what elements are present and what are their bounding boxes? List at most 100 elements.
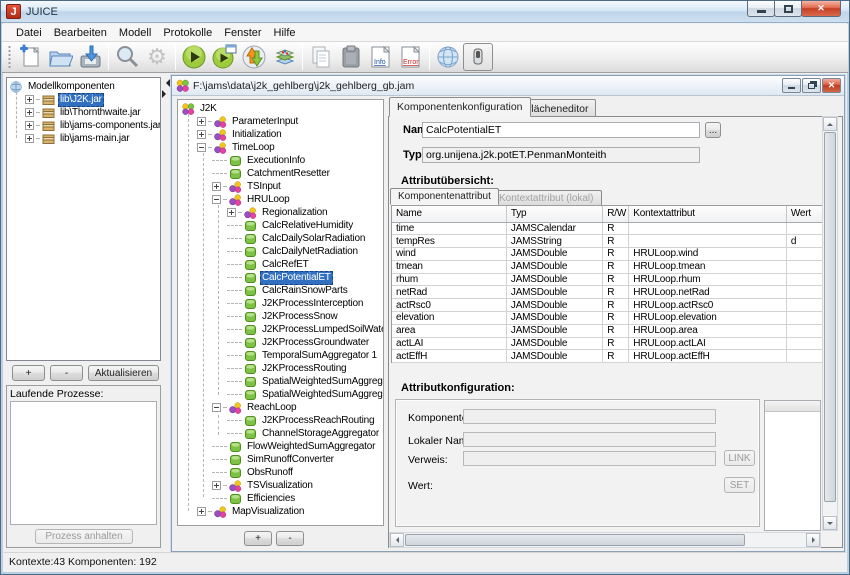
table-cell[interactable]: JAMSDouble xyxy=(506,337,602,350)
table-cell[interactable]: rhum xyxy=(392,273,506,286)
table-cell[interactable]: actRsc0 xyxy=(392,299,506,312)
vertical-scrollbar[interactable] xyxy=(822,116,838,531)
typ-field[interactable]: org.unijena.j2k.potET.PenmanMonteith xyxy=(422,147,700,163)
frame-restore-button[interactable] xyxy=(802,78,821,93)
close-button[interactable]: ✕ xyxy=(801,1,841,17)
name-more-button[interactable]: ... xyxy=(705,122,721,138)
table-row[interactable]: timeJAMSCalendarR xyxy=(392,222,823,235)
table-row[interactable]: areaJAMSDoubleRHRULoop.area xyxy=(392,324,823,337)
menu-bearbeiten[interactable]: Bearbeiten xyxy=(48,26,113,40)
tree-item-catchmentresetter[interactable]: CatchmentResetter xyxy=(182,167,383,180)
paste-button[interactable] xyxy=(336,43,366,71)
table-cell[interactable]: R xyxy=(603,260,629,273)
table-cell[interactable] xyxy=(786,337,822,350)
table-cell[interactable]: actLAI xyxy=(392,337,506,350)
scroll-up-button[interactable] xyxy=(823,117,837,131)
table-cell[interactable]: JAMSCalendar xyxy=(506,222,602,235)
scroll-right-button[interactable] xyxy=(806,533,820,547)
table-cell[interactable]: elevation xyxy=(392,312,506,325)
run-model-button[interactable] xyxy=(179,43,209,71)
tree-item-lib-jams-components-jar[interactable]: lib\jams-components.jar xyxy=(10,119,160,132)
table-cell[interactable]: JAMSDouble xyxy=(506,260,602,273)
table-cell[interactable] xyxy=(629,222,787,235)
table-cell[interactable]: R xyxy=(603,312,629,325)
menu-datei[interactable]: Datei xyxy=(10,26,48,40)
table-cell[interactable] xyxy=(786,286,822,299)
table-cell[interactable]: JAMSDouble xyxy=(506,312,602,325)
table-cell[interactable]: HRULoop.actLAI xyxy=(629,337,787,350)
tree-item-calcrainsnowparts[interactable]: CalcRainSnowParts xyxy=(182,284,383,297)
table-cell[interactable]: tmean xyxy=(392,260,506,273)
web-button[interactable] xyxy=(433,43,463,71)
tree-item-tsinput[interactable]: TSInput xyxy=(182,180,383,193)
table-cell[interactable]: JAMSDouble xyxy=(506,299,602,312)
table-row[interactable]: netRadJAMSDoubleRHRULoop.netRad xyxy=(392,286,823,299)
collapse-icon[interactable] xyxy=(212,195,221,204)
table-cell[interactable]: d xyxy=(786,235,822,248)
table-row[interactable]: windJAMSDoubleRHRULoop.wind xyxy=(392,248,823,261)
tree-item-temporalsumaggregator-1[interactable]: TemporalSumAggregator 1 xyxy=(182,349,383,362)
table-cell[interactable]: JAMSDouble xyxy=(506,324,602,337)
table-cell[interactable]: area xyxy=(392,324,506,337)
table-cell[interactable]: R xyxy=(603,324,629,337)
table-cell[interactable] xyxy=(786,248,822,261)
table-row[interactable]: elevationJAMSDoubleRHRULoop.elevation xyxy=(392,312,823,325)
tree-item-j2kprocessgroundwater[interactable]: J2KProcessGroundwater xyxy=(182,336,383,349)
info-log-button[interactable]: Info xyxy=(366,43,396,71)
tree-item-parameterinput[interactable]: ParameterInput xyxy=(182,115,383,128)
horizontal-scrollbar[interactable] xyxy=(389,532,821,548)
expand-icon[interactable] xyxy=(212,481,221,490)
table-cell[interactable]: time xyxy=(392,222,506,235)
maximize-button[interactable] xyxy=(774,1,802,17)
frame-minimize-button[interactable] xyxy=(782,78,801,93)
table-cell[interactable]: HRULoop.elevation xyxy=(629,312,787,325)
tree-item-j2k[interactable]: J2K xyxy=(182,102,383,115)
run-model-gui-button[interactable] xyxy=(209,43,239,71)
tree-item-lib-jams-main-jar[interactable]: lib\jams-main.jar xyxy=(10,132,160,145)
tree-item-simrunoffconverter[interactable]: SimRunoffConverter xyxy=(182,453,383,466)
scroll-left-button[interactable] xyxy=(390,533,404,547)
copy-button[interactable] xyxy=(306,43,336,71)
map-layers-button[interactable] xyxy=(269,43,299,71)
tree-item-j2kprocesssnow[interactable]: J2KProcessSnow xyxy=(182,310,383,323)
verweis-field[interactable] xyxy=(463,451,716,466)
tree-item-j2kprocessrouting[interactable]: J2KProcessRouting xyxy=(182,362,383,375)
table-cell[interactable]: R xyxy=(603,350,629,363)
component-add-button[interactable]: + xyxy=(244,531,272,546)
scroll-down-button[interactable] xyxy=(823,516,837,530)
menu-modell[interactable]: Modell xyxy=(113,26,157,40)
tree-item-regionalization[interactable]: Regionalization xyxy=(182,206,383,219)
library-refresh-button[interactable]: Aktualisieren xyxy=(88,365,159,381)
minimize-button[interactable] xyxy=(747,1,775,17)
splitter-collapse-right-icon[interactable] xyxy=(162,90,170,98)
table-cell[interactable]: HRULoop.area xyxy=(629,324,787,337)
column-header-wert[interactable]: Wert xyxy=(786,206,822,222)
table-cell[interactable]: wind xyxy=(392,248,506,261)
expand-icon[interactable] xyxy=(25,121,34,130)
error-log-button[interactable]: Error xyxy=(396,43,426,71)
menu-fenster[interactable]: Fenster xyxy=(218,26,267,40)
tree-item-hruloop[interactable]: HRULoop xyxy=(182,193,383,206)
exit-button[interactable] xyxy=(463,43,493,71)
tree-item-calcdailysolarradiation[interactable]: CalcDailySolarRadiation xyxy=(182,232,383,245)
library-remove-button[interactable]: - xyxy=(50,365,83,381)
table-row[interactable]: tmeanJAMSDoubleRHRULoop.tmean xyxy=(392,260,823,273)
tree-item-flowweightedsumaggregator[interactable]: FlowWeightedSumAggregator xyxy=(182,440,383,453)
table-cell[interactable]: actEffH xyxy=(392,350,506,363)
expand-icon[interactable] xyxy=(212,182,221,191)
open-model-button[interactable] xyxy=(45,43,75,71)
splitter-collapse-left-icon[interactable] xyxy=(162,79,170,87)
table-cell[interactable]: HRULoop.actEffH xyxy=(629,350,787,363)
table-cell[interactable]: R xyxy=(603,248,629,261)
table-cell[interactable] xyxy=(786,312,822,325)
tree-item-lib-j2k-jar[interactable]: lib\J2K.jar xyxy=(10,93,160,106)
tree-item-calcpotentialet[interactable]: CalcPotentialET xyxy=(182,271,383,284)
table-cell[interactable] xyxy=(786,222,822,235)
tree-item-efficiencies[interactable]: Efficiencies xyxy=(182,492,383,505)
horizontal-scroll-thumb[interactable] xyxy=(405,534,745,546)
tree-item-lib-thornthwaite-jar[interactable]: lib\Thornthwaite.jar xyxy=(10,106,160,119)
tree-item-mapvisualization[interactable]: MapVisualization xyxy=(182,505,383,518)
component-remove-button[interactable]: - xyxy=(276,531,304,546)
model-exchange-button[interactable] xyxy=(239,43,269,71)
table-cell[interactable]: HRULoop.wind xyxy=(629,248,787,261)
